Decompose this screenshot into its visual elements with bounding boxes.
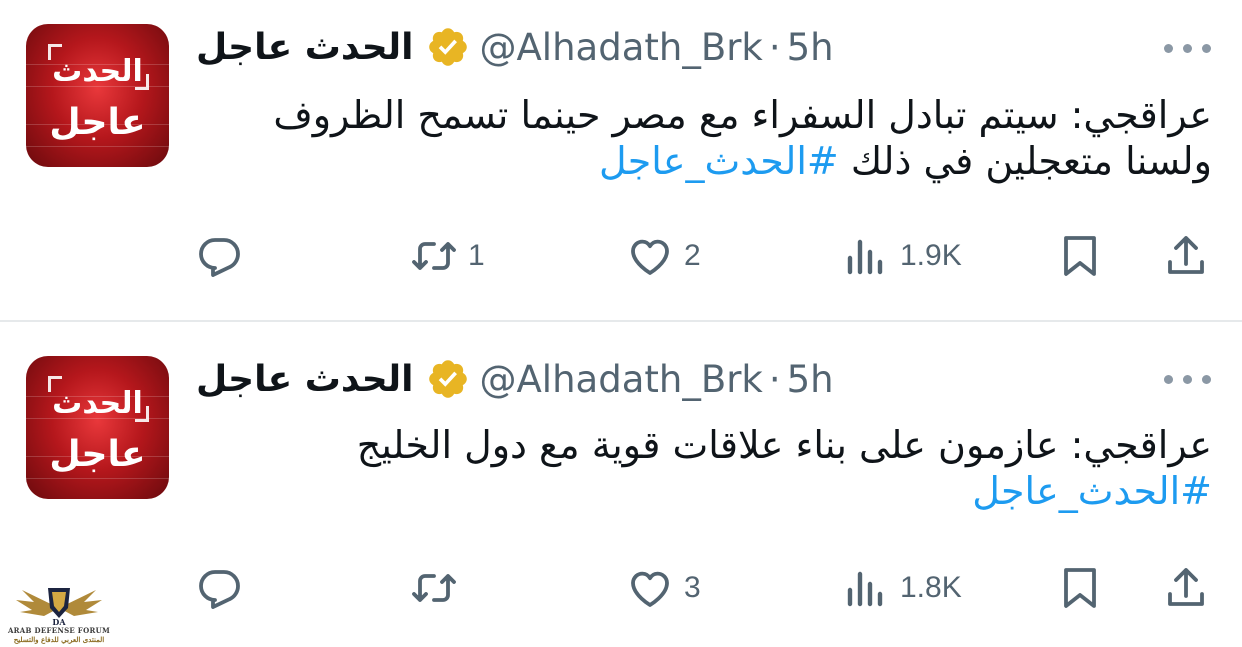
share-button[interactable] (1162, 558, 1210, 618)
user-handle[interactable]: @Alhadath_Brk (480, 26, 763, 69)
display-name[interactable]: الحدث عاجل (196, 27, 414, 68)
hashtag-link[interactable]: #الحدث_عاجل (599, 139, 839, 183)
svg-text:DA: DA (52, 617, 66, 626)
tweet[interactable]: الحدث عاجل الحدث عاجل @Alhadath_Brk · 5h… (0, 322, 1242, 647)
more-icon[interactable] (1164, 44, 1212, 54)
timestamp[interactable]: 5h (787, 26, 834, 69)
views-icon (847, 239, 883, 275)
watermark-subtitle: المنتدى العربي للدفاع والتسليح (13, 635, 105, 644)
separator-dot: · (768, 25, 781, 69)
avatar[interactable]: الحدث عاجل (26, 24, 169, 167)
avatar-logo-text-bottom: عاجل (49, 102, 146, 143)
tweet-header: الحدث عاجل @Alhadath_Brk · 5h (196, 23, 834, 71)
retweet-icon (412, 242, 456, 270)
bookmark-icon (1064, 568, 1096, 608)
views-count: 1.8K (900, 571, 962, 604)
tweet-header: الحدث عاجل @Alhadath_Brk · 5h (196, 355, 834, 403)
like-button[interactable]: 3 (626, 558, 701, 618)
retweet-count: 1 (468, 239, 485, 272)
share-icon (1168, 236, 1204, 274)
retweet-button[interactable] (410, 558, 468, 618)
verified-badge-icon (428, 28, 467, 66)
wings-emblem-icon: DA (16, 588, 102, 626)
retweet-button[interactable]: 1 (410, 226, 485, 286)
action-bar: 1 2 1.9K (0, 226, 1242, 286)
like-count: 3 (684, 571, 701, 604)
avatar-logo-text-bottom: عاجل (49, 434, 146, 475)
verified-badge-icon (428, 360, 467, 398)
views-count: 1.9K (900, 239, 962, 272)
bookmark-button[interactable] (1056, 226, 1104, 286)
display-name[interactable]: الحدث عاجل (196, 359, 414, 400)
avatar-logo-text-top: الحدث (52, 386, 143, 421)
reply-button[interactable] (195, 558, 253, 618)
tweet[interactable]: الحدث عاجل الحدث عاجل @Alhadath_Brk · 5h… (0, 0, 1242, 320)
like-count: 2 (684, 239, 701, 272)
bookmark-icon (1064, 236, 1096, 276)
like-icon (631, 239, 669, 275)
share-button[interactable] (1162, 226, 1210, 286)
like-icon (631, 571, 669, 607)
share-icon (1168, 568, 1204, 606)
watermark-title: ARAB DEFENSE FORUM (7, 626, 111, 635)
more-icon[interactable] (1164, 375, 1212, 385)
avatar-logo-text-top: الحدث (52, 54, 143, 89)
retweet-icon (412, 574, 456, 602)
views-icon (847, 571, 883, 607)
reply-icon (199, 238, 240, 277)
user-handle[interactable]: @Alhadath_Brk (480, 358, 763, 401)
views-button[interactable]: 1.8K (842, 558, 962, 618)
views-button[interactable]: 1.9K (842, 226, 962, 286)
bookmark-button[interactable] (1056, 558, 1104, 618)
watermark-logo: DA ARAB DEFENSE FORUM المنتدى العربي للد… (4, 578, 114, 644)
avatar[interactable]: الحدث عاجل (26, 356, 169, 499)
timestamp[interactable]: 5h (787, 358, 834, 401)
reply-icon (199, 570, 240, 609)
tweet-text: عراقجي: سيتم تبادل السفراء مع مصر حينما … (196, 92, 1212, 184)
separator-dot: · (768, 357, 781, 401)
reply-button[interactable] (195, 226, 253, 286)
tweet-text: عراقجي: عازمون على بناء علاقات قوية مع د… (196, 422, 1212, 514)
tweet-text-content: عراقجي: عازمون على بناء علاقات قوية مع د… (356, 423, 1212, 467)
hashtag-link[interactable]: #الحدث_عاجل (196, 468, 1212, 514)
like-button[interactable]: 2 (626, 226, 701, 286)
action-bar: 3 1.8K (0, 558, 1242, 618)
